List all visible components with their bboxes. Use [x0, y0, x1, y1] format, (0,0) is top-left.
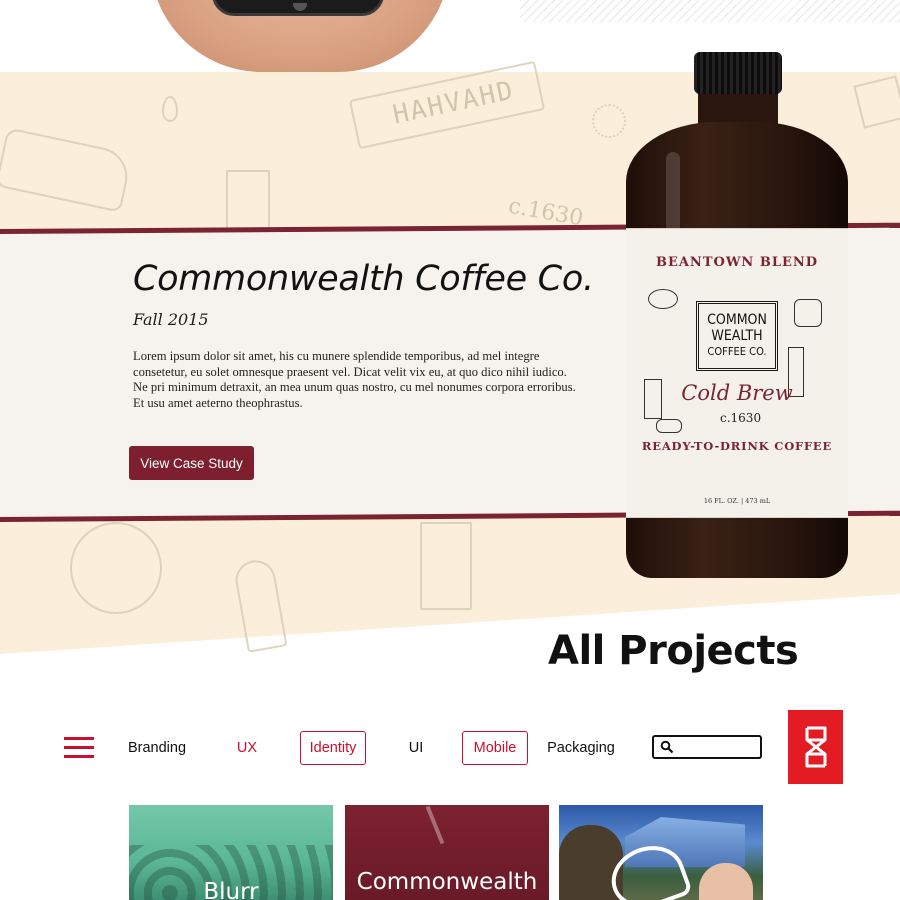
label-brand-line-3: COFFEE CO.: [707, 345, 767, 358]
filter-ui[interactable]: UI: [400, 731, 432, 765]
view-case-study-button[interactable]: View Case Study: [129, 446, 254, 480]
drop-doodle: [162, 96, 178, 122]
label-product-name: Cold Brew: [681, 381, 793, 405]
brand-logo-glyph: [805, 726, 826, 768]
label-brand-line-2: WEALTH: [711, 328, 763, 344]
bottle-label: BEANTOWN BLEND COMMON WEALTH COFFEE CO. …: [626, 228, 848, 518]
filter-ux[interactable]: UX: [227, 731, 267, 765]
project-card-title: Commonwealth: [356, 869, 538, 895]
label-bottom-arc: READY-TO-DRINK COFFEE: [641, 439, 833, 453]
project-card-blurr[interactable]: Blurr: [129, 805, 333, 900]
decorative-hatch: [520, 0, 900, 22]
label-volume: 16 FL. OZ. | 473 mL: [703, 497, 771, 505]
label-year: c.1630: [720, 411, 762, 425]
label-doodle-icon: [794, 299, 822, 327]
card-photo: [425, 805, 445, 845]
feature-description: Lorem ipsum dolor sit amet, his cu muner…: [133, 349, 576, 411]
label-doodle-icon: [648, 289, 678, 309]
building-doodle: [420, 522, 472, 610]
phone-image: [212, 0, 384, 16]
t-sign-doodle: [70, 522, 162, 614]
label-brand-line-1: COMMON: [707, 312, 767, 328]
phone-home-button: [293, 3, 307, 11]
filter-mobile[interactable]: Mobile: [462, 731, 528, 765]
project-card-commonwealth[interactable]: Commonwealth: [345, 805, 549, 900]
all-projects-heading: All Projects: [548, 628, 799, 674]
label-top-arc: BEANTOWN BLEND: [655, 255, 819, 270]
label-doodle-icon: [656, 419, 682, 433]
filter-branding[interactable]: Branding: [123, 731, 191, 765]
feature-title: Commonwealth Coffee Co.: [133, 259, 594, 299]
hamburger-line: [64, 755, 94, 758]
filter-identity[interactable]: Identity: [300, 731, 366, 765]
hamburger-line: [64, 746, 94, 749]
project-card-photo[interactable]: [559, 805, 763, 900]
search-field[interactable]: [652, 735, 762, 759]
gear-doodle: [592, 104, 626, 138]
filter-packaging[interactable]: Packaging: [545, 731, 617, 765]
project-card-title: Blurr: [203, 879, 259, 900]
search-icon: [660, 740, 674, 754]
brand-logo-icon[interactable]: [788, 710, 843, 784]
search-input[interactable]: [678, 739, 758, 755]
feature-date: Fall 2015: [133, 310, 209, 329]
label-brand-box: COMMON WEALTH COFFEE CO.: [696, 301, 778, 371]
bottle-cap: [694, 52, 782, 94]
tower-doodle: [226, 170, 270, 232]
hamburger-icon[interactable]: [64, 736, 94, 760]
hamburger-line: [64, 737, 94, 740]
card-person-photo: [699, 863, 753, 900]
coffee-bottle-image: BEANTOWN BLEND COMMON WEALTH COFFEE CO. …: [626, 52, 848, 582]
